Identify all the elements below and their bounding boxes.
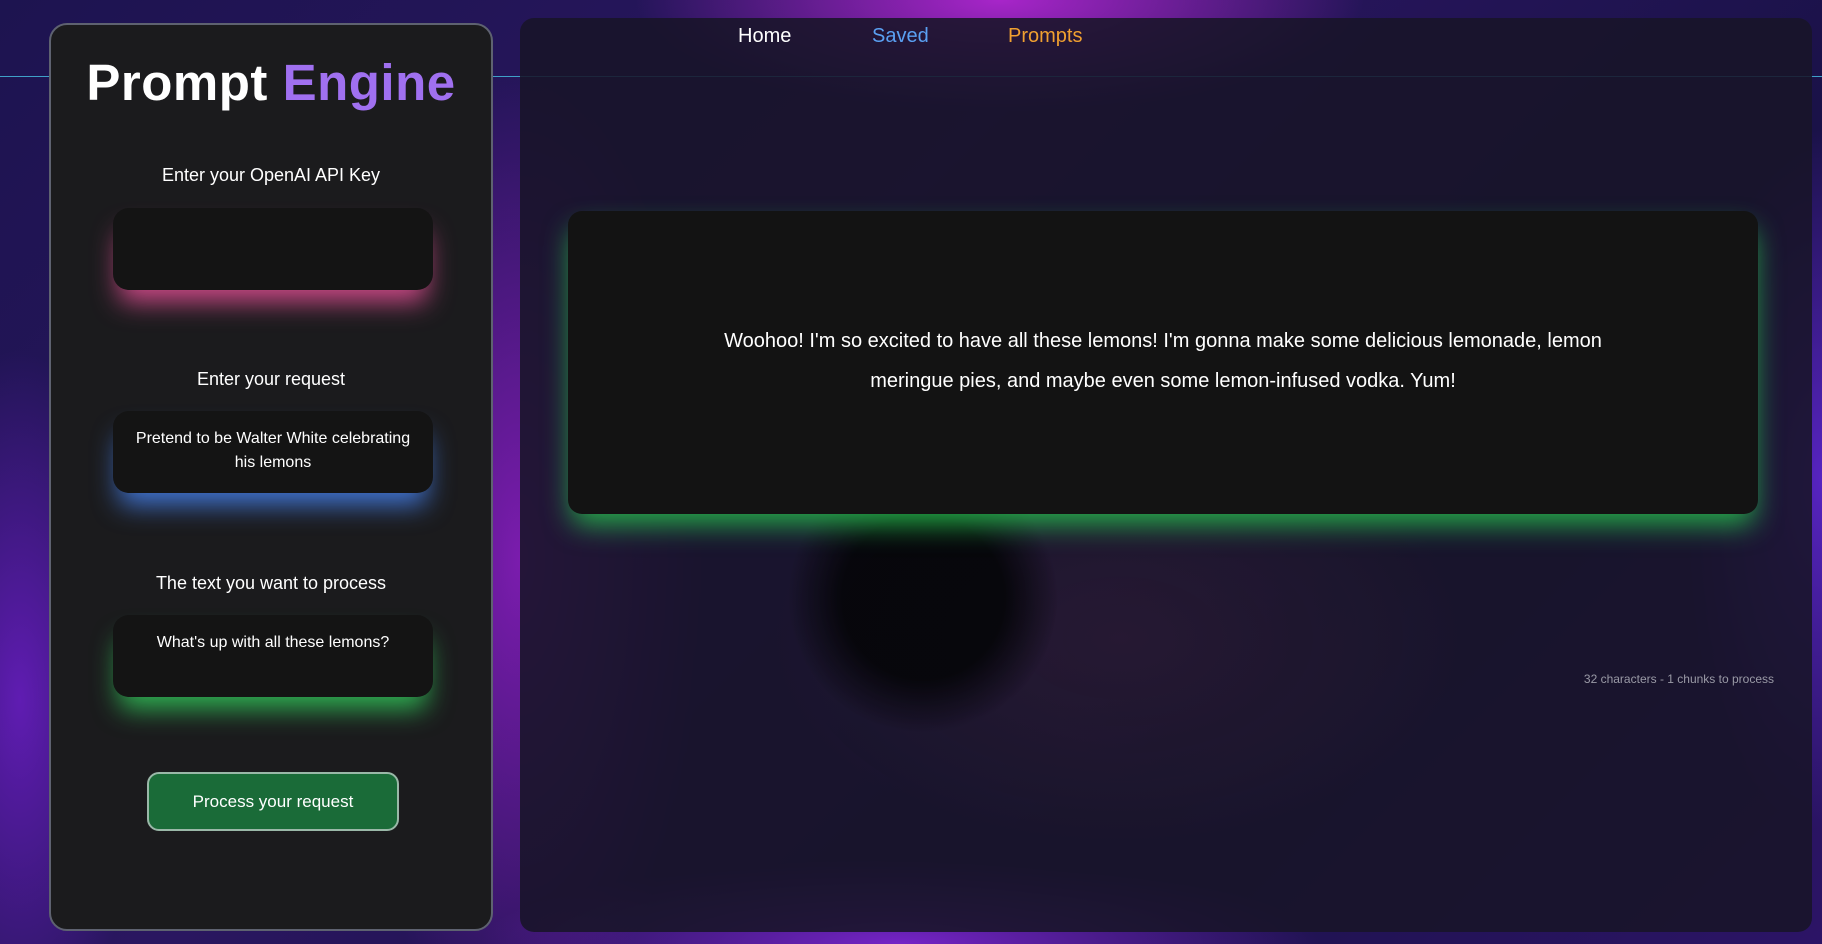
process-text-label: The text you want to process (155, 573, 387, 593)
api-key-input[interactable] (113, 208, 433, 290)
app-logo: Prompt Engine (51, 53, 491, 112)
output-text: Woohoo! I'm so excited to have all these… (724, 329, 1602, 392)
logo-text-engine: Engine (282, 54, 456, 111)
process-request-button[interactable]: Process your request (147, 772, 399, 831)
request-input[interactable]: Pretend to be Walter White celebrating h… (113, 411, 433, 493)
chunk-count-info: 32 characters - 1 chunks to process (1583, 672, 1774, 686)
output-card: Woohoo! I'm so excited to have all these… (568, 211, 1758, 514)
nav-prompts-link[interactable]: Prompts (1008, 25, 1082, 48)
api-key-label: Enter your OpenAI API Key (161, 165, 381, 185)
sidebar: Prompt Engine Enter your OpenAI API Key … (49, 23, 493, 931)
process-text-input[interactable]: What's up with all these lemons? (113, 615, 433, 697)
nav-saved-link[interactable]: Saved (872, 25, 929, 48)
request-label: Enter your request (196, 369, 346, 389)
nav-home-link[interactable]: Home (738, 25, 791, 48)
logo-text-prompt: Prompt (86, 54, 268, 111)
